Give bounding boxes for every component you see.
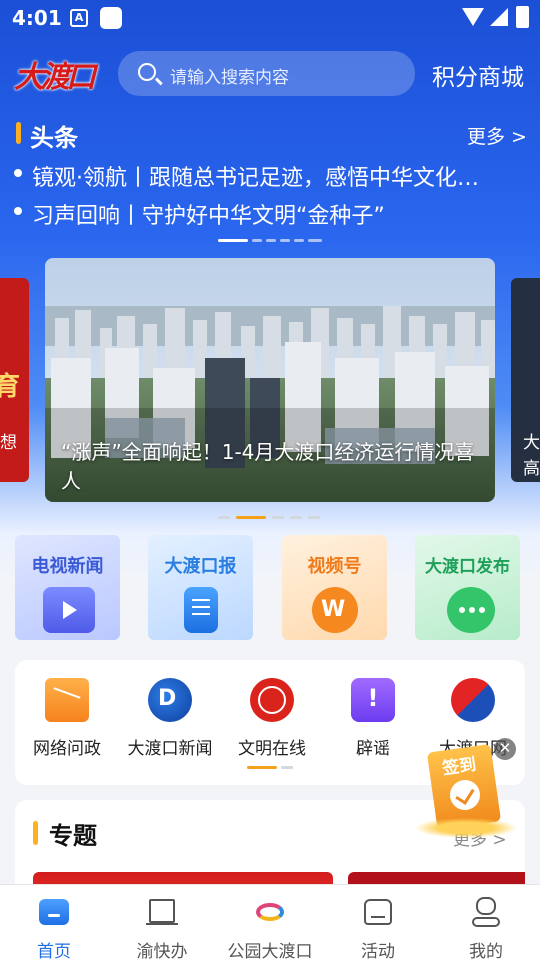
banner-prev-card[interactable]: 育 想 (0, 278, 29, 482)
bullet-icon (14, 169, 22, 177)
tv-play-icon (43, 587, 95, 633)
park-logo-icon (254, 897, 286, 927)
pager-dot-active (247, 766, 277, 769)
banner-pager (218, 516, 324, 520)
pager-dot (272, 516, 284, 519)
service-dadukou-news[interactable]: D 大渡口新闻 (118, 678, 222, 759)
pager-dot (280, 239, 290, 242)
pager-dot (294, 239, 304, 242)
pager-dot (252, 239, 262, 242)
topic-accent-bar (33, 821, 38, 845)
bottom-nav: 首页 渝快办 公园大渡口 活动 我的 (0, 884, 540, 960)
nav-profile[interactable]: 我的 (432, 885, 540, 960)
channel-tv-news[interactable]: 电视新闻 (15, 535, 120, 640)
service-online-inquiry[interactable]: 网络问政 (15, 678, 119, 759)
wechat-icon (447, 587, 495, 633)
status-time: 4:01 (12, 6, 62, 30)
services-pager (247, 766, 293, 769)
dadukou-news-logo-icon: D (148, 678, 192, 722)
pager-dot (281, 766, 293, 769)
points-mall-link[interactable]: 积分商城 (432, 58, 524, 92)
app-logo[interactable]: 大渡口 (14, 52, 104, 96)
coins-icon (416, 818, 516, 838)
channel-wechat[interactable]: 大渡口发布 (415, 535, 520, 640)
pager-dot (308, 239, 322, 242)
headline-title: 头条 (30, 124, 78, 152)
banner-slide[interactable]: “涨声”全面响起！1-4月大渡口经济运行情况喜人 (45, 258, 495, 502)
rumor-alert-icon: ! (351, 678, 395, 722)
profile-icon (470, 897, 502, 927)
nav-yukuaiban[interactable]: 渝快办 (108, 885, 216, 960)
signin-close-button[interactable]: ✕ (494, 738, 516, 760)
newspaper-icon (184, 587, 218, 633)
headline-item[interactable]: 镜观·领航丨跟随总书记足迹，感悟中华文化… (14, 160, 514, 192)
battery-icon (516, 6, 529, 28)
mail-envelope-icon (45, 678, 89, 722)
nav-activity[interactable]: 活动 (324, 885, 432, 960)
pager-dot (218, 516, 230, 519)
signal-icon (490, 8, 508, 26)
pager-dot-active (236, 516, 266, 519)
nav-home[interactable]: 首页 (0, 885, 108, 960)
signin-float[interactable]: 签到 ✕ (410, 738, 522, 842)
search-icon (138, 63, 156, 81)
headline-pager (218, 239, 328, 243)
civilization-logo-icon (250, 678, 294, 722)
activity-icon (362, 897, 394, 927)
bullet-icon (14, 207, 22, 215)
service-civilization[interactable]: 文明在线 (220, 678, 324, 759)
wifi-icon (462, 8, 484, 26)
banner-caption: “涨声”全面响起！1-4月大渡口经济运行情况喜人 (61, 440, 475, 493)
banner-next-card[interactable]: 大 高 (511, 278, 540, 482)
home-icon (38, 897, 70, 927)
building-icon (146, 897, 178, 927)
notification-icon: A (70, 9, 88, 27)
pager-dot (266, 239, 276, 242)
search-bar[interactable]: 请输入搜索内容 (118, 51, 415, 96)
signin-label: 签到 (441, 754, 478, 780)
status-bar: 4:01 A (0, 0, 540, 36)
topic-title: 专题 (49, 822, 97, 850)
video-channel-icon: W (312, 587, 358, 633)
channel-video[interactable]: 视频号 W (282, 535, 387, 640)
app-notification-icon (100, 7, 122, 29)
search-placeholder: 请输入搜索内容 (170, 68, 289, 88)
nav-park-dadukou[interactable]: 公园大渡口 (216, 885, 324, 960)
headline-more-link[interactable]: 更多 > (467, 122, 527, 149)
headline-item[interactable]: 习声回响丨守护好中华文明“金种子” (14, 198, 514, 230)
headline-accent-bar (16, 122, 21, 144)
pager-dot-active (218, 239, 248, 242)
pager-dot (290, 516, 302, 519)
pager-dot (308, 516, 320, 519)
dadukou-web-logo-icon (451, 678, 495, 722)
channel-newspaper[interactable]: 大渡口报 (148, 535, 253, 640)
